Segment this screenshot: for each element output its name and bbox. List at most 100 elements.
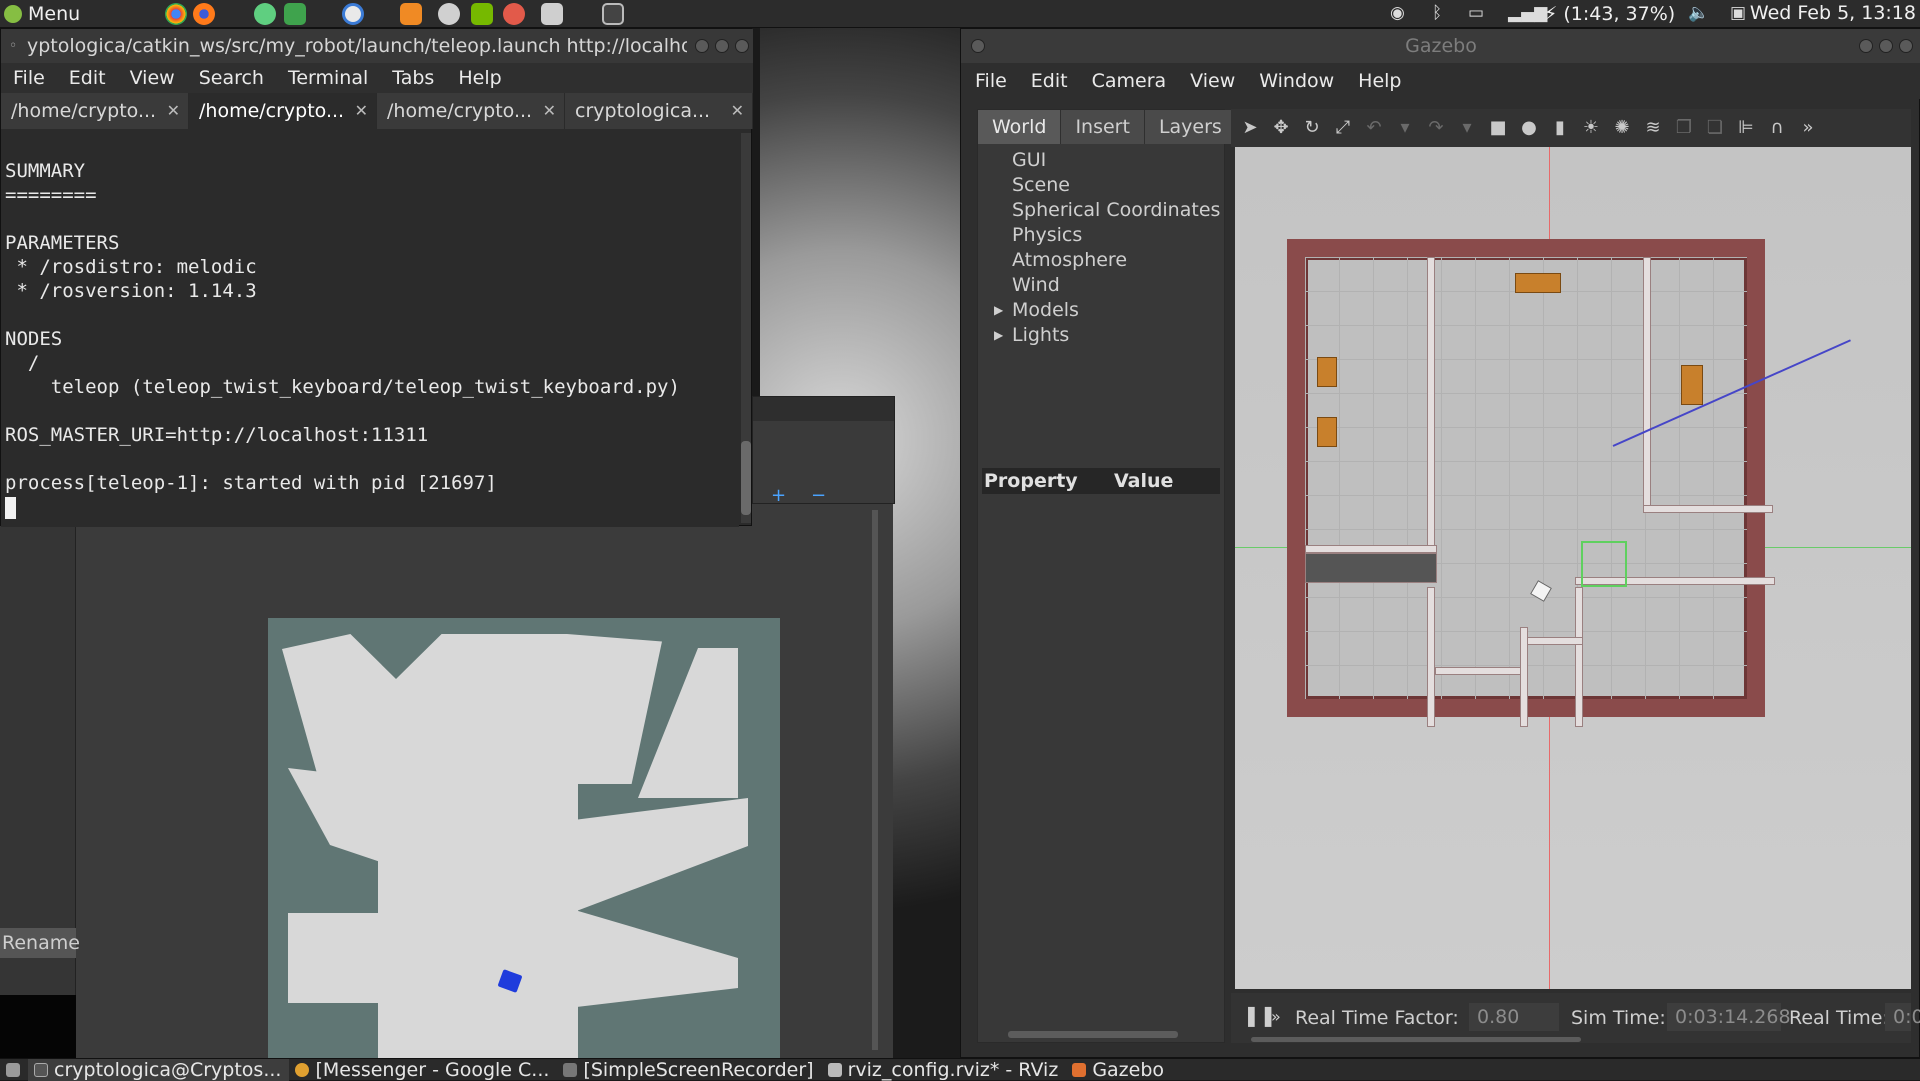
redo-icon[interactable]: ↷ (1425, 117, 1447, 139)
terminal-tab[interactable]: cryptologica... ✕ (565, 93, 753, 129)
select-mode-icon[interactable]: ➤ (1239, 117, 1261, 139)
spot-light-icon[interactable]: ✺ (1611, 117, 1633, 139)
terminal-output[interactable]: SUMMARY ======== PARAMETERS * /rosdistro… (1, 129, 739, 527)
chrome-icon[interactable] (165, 3, 187, 25)
window-menu-icon[interactable] (971, 39, 985, 53)
close-tab-icon[interactable]: ✕ (167, 93, 180, 129)
menu-terminal[interactable]: Terminal (276, 63, 380, 93)
text-editor-icon[interactable] (541, 3, 563, 25)
undo-icon[interactable]: ↶ (1363, 117, 1385, 139)
terminal-titlebar[interactable]: ◦ yptologica/catkin_ws/src/my_robot/laun… (1, 29, 753, 63)
paste-icon[interactable]: ❏ (1704, 117, 1726, 139)
menu-help[interactable]: Help (1346, 63, 1413, 99)
volume-icon[interactable]: 🔈 (1688, 3, 1709, 23)
close-tab-icon[interactable]: ✕ (355, 93, 368, 129)
sublime-icon[interactable] (400, 3, 422, 25)
shelf-model[interactable] (1515, 273, 1561, 293)
tree-item-atmosphere[interactable]: Atmosphere (978, 248, 1226, 273)
paint-icon[interactable] (503, 3, 525, 25)
network-icon[interactable]: ▂▄▆ (1508, 3, 1547, 23)
nvidia-icon[interactable] (471, 3, 493, 25)
gazebo-titlebar[interactable]: Gazebo (961, 29, 1920, 63)
shelf-model[interactable] (1681, 365, 1703, 405)
toolbar-overflow-icon[interactable]: » (1797, 117, 1819, 139)
menu-view[interactable]: View (1178, 63, 1247, 99)
terminal-tab-active[interactable]: /home/crypto... ✕ (189, 93, 377, 129)
taskbar-item-terminal[interactable]: cryptologica@Cryptos... (28, 1058, 290, 1081)
window-menu-icon[interactable]: ◦ (9, 29, 17, 63)
tab-insert[interactable]: Insert (1061, 110, 1145, 144)
status-scrollbar[interactable] (1251, 1037, 1581, 1042)
box-shape-icon[interactable]: ■ (1487, 117, 1509, 139)
maximize-button[interactable] (1879, 39, 1893, 53)
directional-light-icon[interactable]: ≋ (1642, 117, 1664, 139)
close-button[interactable] (1899, 39, 1913, 53)
battery-status[interactable]: ⚡ (1:43, 37%) (1544, 3, 1675, 25)
vlc-icon[interactable] (438, 3, 460, 25)
menu-edit[interactable]: Edit (1019, 63, 1080, 99)
taskbar-item-gazebo[interactable]: Gazebo (1066, 1059, 1172, 1081)
terminal-tab[interactable]: /home/crypto... ✕ (1, 93, 189, 129)
close-tab-icon[interactable]: ✕ (731, 93, 744, 129)
menu-help[interactable]: Help (446, 63, 513, 93)
menu-view[interactable]: View (118, 63, 187, 93)
menu-edit[interactable]: Edit (57, 63, 118, 93)
shelf-model[interactable] (1317, 417, 1337, 447)
terminal-icon[interactable] (602, 3, 624, 25)
close-tab-icon[interactable]: ✕ (543, 93, 556, 129)
point-light-icon[interactable]: ☀ (1580, 117, 1602, 139)
display-icon[interactable]: ▭ (1468, 3, 1484, 23)
tree-item-wind[interactable]: Wind (978, 273, 1226, 298)
occupancy-map[interactable] (268, 618, 780, 1058)
undo-dropdown-icon[interactable]: ▾ (1394, 117, 1416, 139)
discord-icon[interactable]: ◉ (1390, 3, 1405, 23)
show-desktop-button[interactable] (0, 1059, 28, 1081)
redo-dropdown-icon[interactable]: ▾ (1456, 117, 1478, 139)
terminal-scrollbar-thumb[interactable] (741, 441, 751, 515)
menu-file[interactable]: File (1, 63, 57, 93)
minimize-button[interactable] (1859, 39, 1873, 53)
skype-icon[interactable] (342, 3, 364, 25)
rotate-mode-icon[interactable]: ↻ (1301, 117, 1323, 139)
bluetooth-icon[interactable]: ᛒ (1432, 3, 1442, 23)
monitor-icon[interactable]: ▣ (1730, 3, 1746, 23)
copy-icon[interactable]: ❐ (1673, 117, 1695, 139)
tab-world[interactable]: World (978, 110, 1062, 144)
spreadsheet-icon[interactable] (284, 3, 306, 25)
zoom-out-button[interactable]: − (811, 485, 826, 506)
tab-layers[interactable]: Layers (1144, 110, 1237, 144)
menu-file[interactable]: File (963, 63, 1019, 99)
minimize-button[interactable] (695, 39, 709, 53)
clock[interactable]: Wed Feb 5, 13:18 (1750, 2, 1916, 24)
step-icon[interactable]: » (1271, 1007, 1281, 1026)
expand-arrow-icon[interactable]: ▶ (994, 323, 1003, 348)
world-panel-scrollbar[interactable] (1008, 1031, 1178, 1038)
taskbar-item-rviz[interactable]: rviz_config.rviz* - RViz (822, 1059, 1067, 1081)
close-button[interactable] (735, 39, 749, 53)
taskbar-item-screenrecorder[interactable]: [SimpleScreenRecorder] (557, 1059, 821, 1081)
scale-mode-icon[interactable]: ⤢ (1332, 117, 1354, 139)
menu-tabs[interactable]: Tabs (380, 63, 446, 93)
house-model[interactable] (1287, 239, 1775, 727)
translate-mode-icon[interactable]: ✥ (1270, 117, 1292, 139)
zoom-in-button[interactable]: + (771, 485, 786, 506)
terminal-tab[interactable]: /home/crypto... ✕ (377, 93, 565, 129)
shelf-model[interactable] (1317, 357, 1337, 387)
expand-arrow-icon[interactable]: ▶ (994, 298, 1003, 323)
tree-item-spherical-coordinates[interactable]: Spherical Coordinates (978, 198, 1226, 223)
tree-item-lights[interactable]: ▶ Lights (978, 323, 1226, 348)
maximize-button[interactable] (715, 39, 729, 53)
align-icon[interactable]: ⊫ (1735, 117, 1757, 139)
menu-camera[interactable]: Camera (1080, 63, 1179, 99)
menu-search[interactable]: Search (187, 63, 276, 93)
firefox-icon[interactable] (193, 3, 215, 25)
tree-item-gui[interactable]: GUI (978, 148, 1226, 173)
tree-item-physics[interactable]: Physics (978, 223, 1226, 248)
rviz-scrollbar[interactable] (872, 510, 878, 1050)
taskbar-item-messenger[interactable]: [Messenger - Google C... (289, 1059, 557, 1081)
tree-item-scene[interactable]: Scene (978, 173, 1226, 198)
menu-window[interactable]: Window (1247, 63, 1346, 99)
rename-button[interactable]: Rename (0, 928, 80, 958)
chat-icon[interactable] (254, 3, 276, 25)
menu-button[interactable]: Menu (4, 2, 80, 26)
